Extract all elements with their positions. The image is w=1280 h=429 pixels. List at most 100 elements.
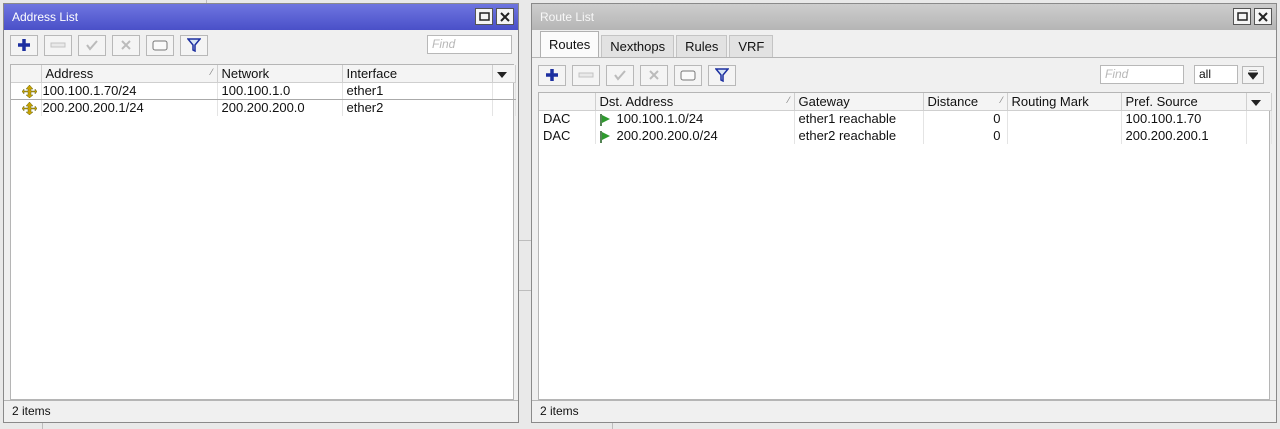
- bg-divider: [42, 423, 43, 429]
- flags-cell: DAC: [539, 110, 596, 127]
- filter-icon: [187, 38, 201, 52]
- routing-mark-cell: [1007, 127, 1122, 144]
- comment-icon: [152, 40, 168, 50]
- chevron-down-icon: [1248, 70, 1258, 80]
- disable-button[interactable]: [112, 34, 140, 56]
- flags-cell: DAC: [539, 127, 596, 144]
- bg-divider: [612, 423, 613, 429]
- chevron-down-icon: [1250, 99, 1261, 106]
- address-toolbar: Find: [4, 30, 518, 60]
- restore-button[interactable]: [475, 8, 493, 25]
- address-cell: 200.200.200.1/24: [17, 99, 194, 116]
- pref-source-cell: 200.200.200.1: [1121, 127, 1247, 144]
- address-icon: [21, 85, 37, 99]
- bg-divider: [519, 240, 531, 241]
- disable-button[interactable]: [640, 64, 668, 86]
- column-header-flags[interactable]: [539, 93, 596, 111]
- distance-cell: 0: [923, 127, 1008, 144]
- route-flag-icon: [599, 113, 610, 126]
- enable-button[interactable]: [78, 34, 106, 56]
- network-cell: 200.200.200.0: [217, 99, 343, 116]
- dst-address-cell: 100.100.1.0/24: [595, 110, 795, 127]
- tab-rules[interactable]: Rules: [676, 35, 728, 57]
- bg-divider: [519, 290, 531, 291]
- column-header-spacer: [11, 65, 42, 83]
- column-header-interface[interactable]: Interface: [342, 65, 493, 83]
- remove-button[interactable]: [572, 64, 600, 86]
- address-table: Address ⁄ Network Interface 100.100.1.70/…: [10, 64, 516, 400]
- restore-icon: [478, 12, 490, 21]
- sort-icon: ⁄: [787, 95, 790, 105]
- remove-icon: [50, 42, 66, 48]
- enable-icon: [86, 40, 98, 51]
- status-bar: 2 items: [4, 400, 518, 422]
- column-header-pref-source[interactable]: Pref. Source: [1121, 93, 1247, 111]
- column-header-address[interactable]: Address ⁄: [41, 65, 218, 83]
- routing-mark-cell: [1007, 110, 1122, 127]
- distance-cell: 0: [923, 110, 1008, 127]
- sort-icon: ⁄: [1000, 95, 1003, 105]
- gateway-cell: ether1 reachable: [794, 110, 924, 127]
- close-icon: [500, 11, 510, 22]
- window-title: Address List: [12, 10, 79, 24]
- chevron-down-icon: [496, 71, 507, 78]
- address-list-titlebar[interactable]: Address List: [4, 4, 518, 30]
- tab-routes[interactable]: Routes: [540, 31, 600, 57]
- columns-dropdown[interactable]: [492, 65, 516, 83]
- restore-button[interactable]: [1233, 8, 1251, 25]
- disable-icon: [121, 40, 131, 50]
- filter-button[interactable]: [180, 34, 208, 56]
- find-input[interactable]: Find: [427, 35, 512, 54]
- add-icon: [546, 69, 558, 81]
- column-header-gateway[interactable]: Gateway: [794, 93, 924, 111]
- network-cell: 100.100.1.0: [217, 81, 343, 100]
- close-button[interactable]: [1254, 8, 1272, 25]
- table-row[interactable]: DAC 100.100.1.0/24 ether1 reachable 0 10…: [539, 110, 1272, 127]
- table-row[interactable]: 200.200.200.1/24 200.200.200.0 ether2: [11, 99, 516, 116]
- interface-cell: ether1: [342, 81, 493, 100]
- column-header-routing-mark[interactable]: Routing Mark: [1007, 93, 1122, 111]
- table-row[interactable]: DAC 200.200.200.0/24 ether2 reachable 0 …: [539, 127, 1272, 144]
- address-list-window: Address List Find Address ⁄ Network Inte…: [3, 3, 519, 423]
- interface-cell: ether2: [342, 99, 493, 116]
- column-header-distance[interactable]: Distance ⁄: [923, 93, 1008, 111]
- columns-dropdown[interactable]: [1246, 93, 1272, 111]
- filter-button[interactable]: [708, 64, 736, 86]
- restore-icon: [1236, 12, 1248, 21]
- filter-dropdown-button[interactable]: [1242, 66, 1264, 84]
- window-title: Route List: [540, 10, 595, 24]
- sort-icon: ⁄: [210, 67, 213, 77]
- remove-icon: [578, 72, 594, 78]
- gateway-cell: ether2 reachable: [794, 127, 924, 144]
- enable-icon: [614, 70, 626, 81]
- column-header-network[interactable]: Network: [217, 65, 343, 83]
- route-list-titlebar[interactable]: Route List: [532, 4, 1276, 30]
- tab-vrf[interactable]: VRF: [729, 35, 774, 57]
- column-header-dst-address[interactable]: Dst. Address ⁄: [595, 93, 795, 111]
- comment-button[interactable]: [146, 34, 174, 56]
- table-row[interactable]: 100.100.1.70/24 100.100.1.0 ether1: [11, 81, 516, 100]
- enable-button[interactable]: [606, 64, 634, 86]
- add-button[interactable]: [10, 34, 38, 56]
- address-icon: [21, 102, 37, 116]
- route-tabs: Routes Nexthops Rules VRF: [532, 30, 1276, 58]
- dst-address-cell: 200.200.200.0/24: [595, 127, 795, 144]
- route-table: Dst. Address ⁄ Gateway Distance ⁄ Routing …: [538, 92, 1272, 400]
- filter-select[interactable]: all: [1194, 65, 1238, 84]
- route-flag-icon: [599, 130, 610, 143]
- route-list-window: Route List Routes Nexthops Rules VRF Fin…: [531, 3, 1277, 423]
- status-bar: 2 items: [532, 400, 1276, 422]
- comment-icon: [680, 70, 696, 80]
- tab-nexthops[interactable]: Nexthops: [601, 35, 675, 57]
- find-input[interactable]: Find: [1100, 65, 1184, 84]
- address-cell: 100.100.1.70/24: [17, 81, 194, 100]
- close-button[interactable]: [496, 8, 514, 25]
- close-icon: [1258, 11, 1268, 22]
- comment-button[interactable]: [674, 64, 702, 86]
- disable-icon: [649, 70, 659, 80]
- filter-icon: [715, 68, 729, 82]
- pref-source-cell: 100.100.1.70: [1121, 110, 1247, 127]
- route-toolbar: Find all: [532, 58, 1276, 92]
- remove-button[interactable]: [44, 34, 72, 56]
- add-button[interactable]: [538, 64, 566, 86]
